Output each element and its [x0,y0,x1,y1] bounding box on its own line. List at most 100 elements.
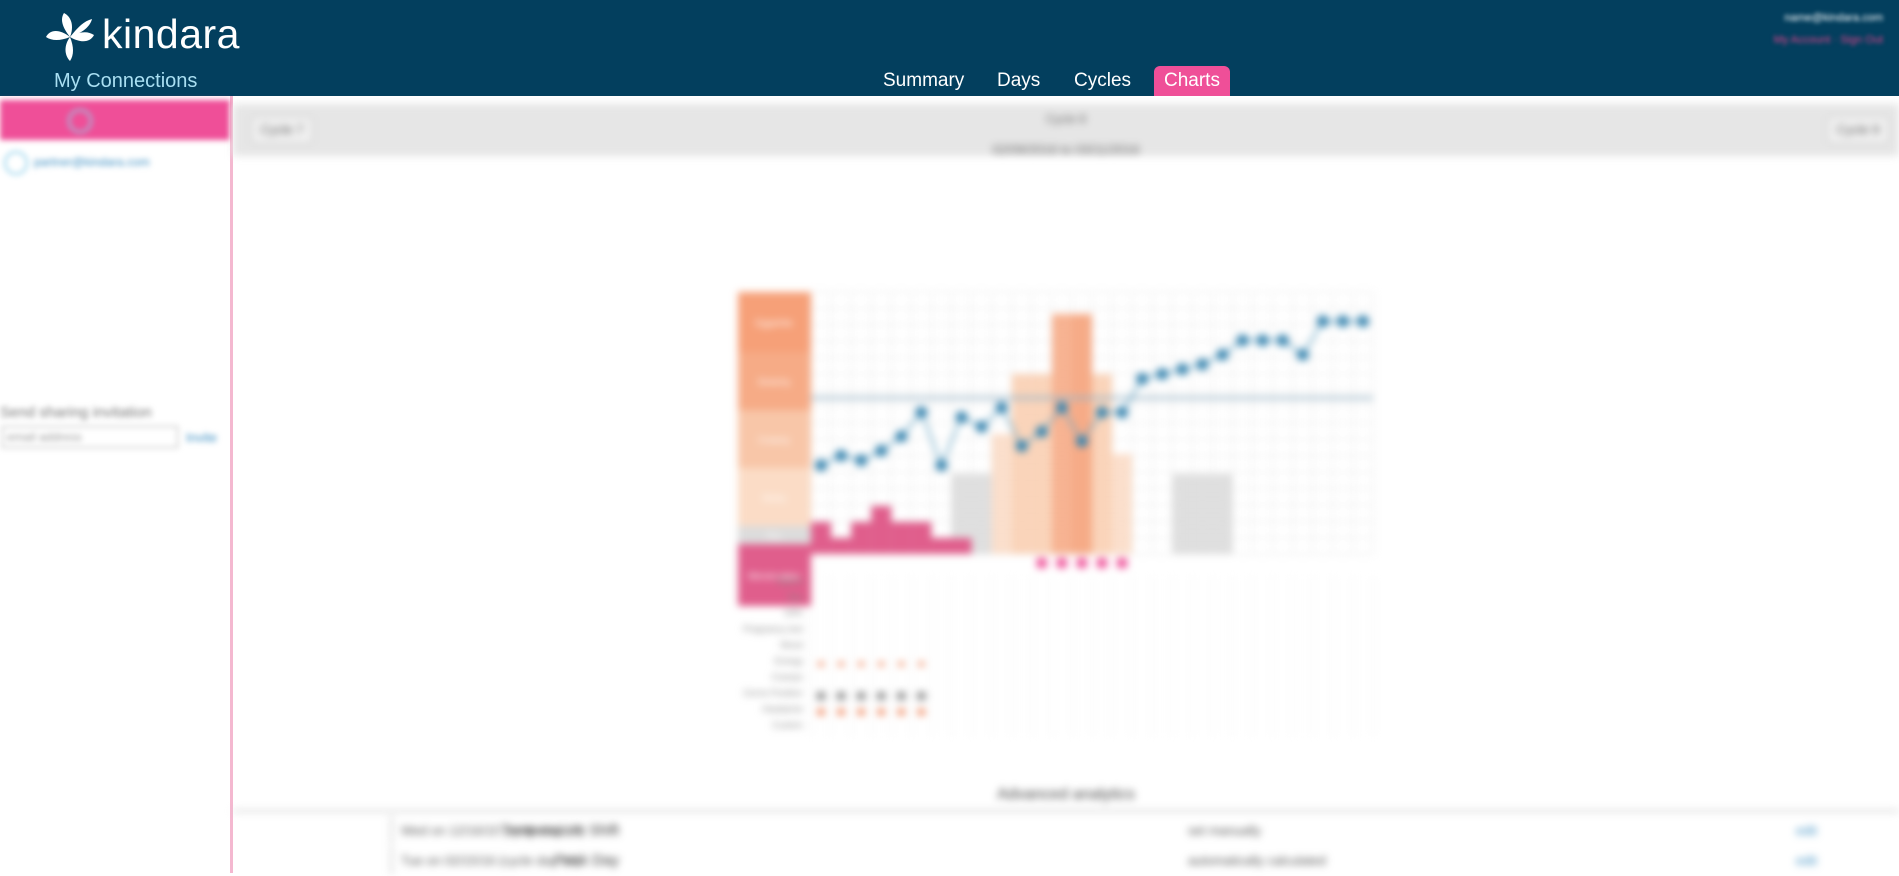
temperature-point [1176,363,1189,376]
fluid-legend-label: Eggwhite [755,318,792,328]
logo-text: kindara [102,11,240,57]
analytics-title: Advanced analytics [997,786,1135,803]
next-cycle-button[interactable]: Cycle 9 [1827,116,1889,144]
flow-bar [951,538,972,554]
fluid-bar [1112,454,1133,554]
temperature-point [855,454,868,467]
fertile-marker [1076,558,1087,568]
observation-row-label: Headache [762,704,803,714]
temperature-point [875,444,888,457]
invite-button[interactable]: Invite [186,430,217,445]
temperature-point [1316,315,1329,328]
sidebar-item-partner[interactable]: partner@kindara.com [4,150,150,175]
observation-mark [917,708,926,716]
fluid-bar [1172,474,1193,554]
fluid-bar [991,434,1012,554]
analytics-value: Wed on 12/16/15 (cycle day 17) [401,823,585,838]
analytics-row: Temperature Shift Wed on 12/16/15 (cycle… [233,816,1899,846]
fluid-bar [1192,474,1213,554]
temperature-point [1336,315,1349,328]
observation-mark [897,708,906,716]
observation-mark [876,691,887,701]
flow-bar [891,522,912,554]
observation-row-label: Cramps [771,672,803,682]
observation-row-label: Sex [787,592,803,602]
analytics-value: Tue on 02/15/16 (cycle day 14) [401,853,580,868]
fertile-marker [1097,558,1107,568]
tab-summary[interactable]: Summary [873,66,974,100]
observation-row-label: Energy [774,656,803,666]
invite-label: Send sharing invitation [0,404,152,421]
observation-mark [818,661,825,667]
temperature-point [1256,334,1269,347]
temperature-point [1055,401,1068,414]
analytics-status: set manually [1188,823,1261,838]
cycle-title: Cycle 8 [1045,112,1086,126]
fluid-legend-label: Creamy [758,435,790,445]
cycle-date-range: 02/09/2016 to 03/11/2016 [992,142,1140,157]
observation-mark [856,691,867,701]
analytics-row: Peak Day Tue on 02/15/16 (cycle day 14) … [233,846,1899,876]
temperature-point [1356,315,1369,328]
observation-mark [837,708,846,716]
flow-bar [931,538,952,554]
avatar [4,150,28,175]
invite-email-field[interactable]: email address [2,426,178,448]
temperature-point [1136,372,1149,385]
temperature-point [915,406,928,419]
sidebar-item-active[interactable]: me@kindara.com [0,100,230,167]
temperature-point [1216,348,1229,361]
observation-mark [878,661,885,667]
fluid-bar [1212,474,1233,554]
main-content: Cycle 7 Cycle 8 02/09/2016 to 03/11/2016… [233,96,1899,876]
tab-cycles[interactable]: Cycles [1064,66,1141,100]
fluid-legend-label: Stretchy [757,377,791,387]
account-email: name@kindara.com [1784,12,1883,24]
observation-row-label: Pregnancy test [743,624,804,634]
temperature-point [815,459,828,472]
temperature-point [1116,406,1129,419]
observation-mark [898,661,905,667]
observation-mark [836,691,847,701]
fluid-bar [1092,374,1113,554]
fluid-bar [1071,314,1092,554]
edit-link[interactable]: edit [1796,823,1817,838]
tab-days[interactable]: Days [987,66,1050,100]
observation-mark [918,661,925,667]
tab-charts[interactable]: Charts [1154,66,1230,100]
temperature-point [1296,348,1309,361]
divider [233,810,1899,812]
analytics-status: automatically calculated [1188,853,1327,868]
observation-mark [877,708,886,716]
fertile-marker [1056,558,1067,568]
account-menu: name@kindara.com My Account · Sign Out [1774,12,1883,46]
fluid-bar [1011,374,1032,554]
flow-bar [831,538,852,554]
flow-bar [851,522,872,554]
temperature-point [1075,435,1088,448]
observation-mark [858,661,865,667]
observation-mark [896,691,907,701]
app-header: kindara My Connections Summary Days Cycl… [0,0,1899,100]
observation-mark [817,708,826,716]
edit-link[interactable]: edit [1796,853,1817,868]
row-divider [391,846,395,874]
observation-row-label: OPK [784,608,803,618]
observation-row-label: Custom [772,720,803,730]
flow-bar [871,506,892,554]
kindara-logo[interactable]: kindara [44,11,239,63]
fluid-legend-label: Dry [767,531,781,541]
fertility-chart: EggwhiteStretchyCreamyStickyDryMenstruat… [738,291,1374,736]
account-links[interactable]: My Account · Sign Out [1774,34,1883,46]
temperature-point [895,430,908,443]
avatar [68,108,92,133]
temperature-point [1276,334,1289,347]
temperature-point [935,459,948,472]
connections-sidebar: me@kindara.com partner@kindara.com Send … [0,96,233,873]
kindara-leaf-icon [46,13,94,61]
temperature-point [1156,368,1169,380]
temperature-point [1196,358,1209,371]
temperature-point [1035,425,1048,438]
observation-row-label: Cervix Position [743,688,803,698]
temperature-point [975,420,988,433]
